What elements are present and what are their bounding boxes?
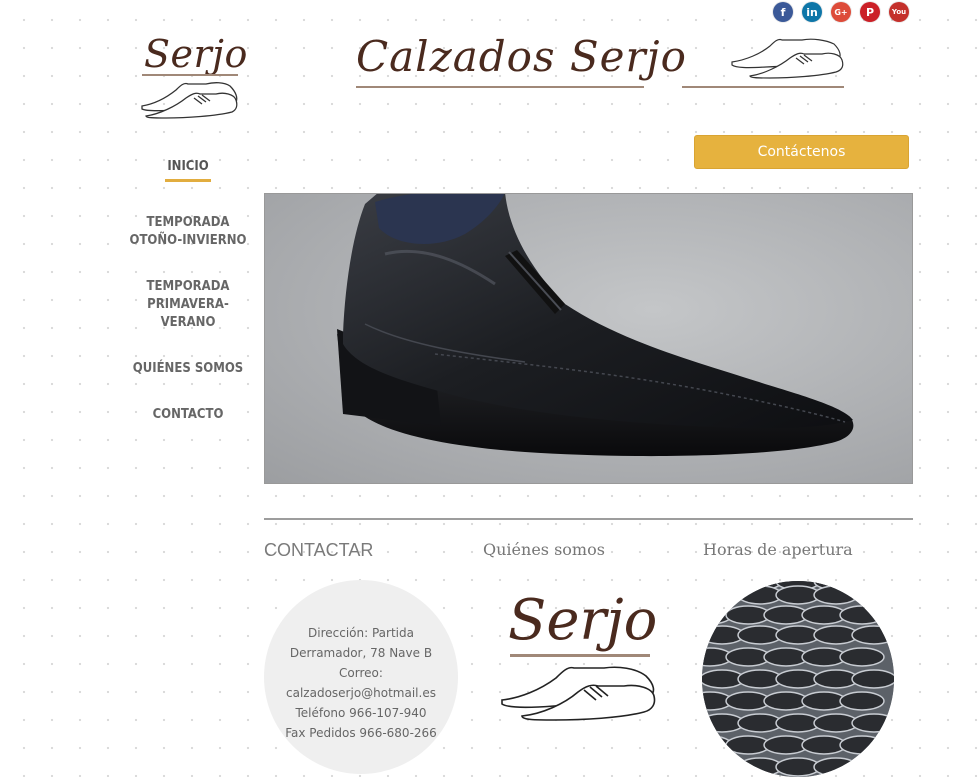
shoe-icon <box>501 666 656 721</box>
section-divider <box>264 518 913 520</box>
shoe-rows-photo <box>702 581 894 777</box>
email-link[interactable]: calzadoserjo@hotmail.es <box>276 683 446 703</box>
shoe-icon <box>731 38 844 79</box>
address-line: Dirección: Partida <box>308 626 414 640</box>
nav-label: QUIÉNES SOMOS <box>132 361 244 376</box>
nav-active-indicator <box>165 179 211 182</box>
nav-label: PRIMAVERA- <box>147 297 229 312</box>
google-plus-icon[interactable]: G+ <box>831 2 851 22</box>
youtube-icon[interactable]: You <box>889 2 909 22</box>
hero-shoe-image <box>264 193 913 484</box>
about-logo-text: Serjo <box>508 588 658 653</box>
nav-label: VERANO <box>160 315 216 330</box>
about-logo[interactable]: Serjo <box>498 588 658 728</box>
shoe-icon <box>141 82 238 119</box>
nav-item-inicio[interactable]: INICIO <box>118 158 258 182</box>
logo-large-text: Calzados Serjo <box>356 32 687 81</box>
nav-label: INICIO <box>167 159 209 174</box>
nav-label: CONTACTO <box>152 407 224 422</box>
nav-label: TEMPORADA <box>146 215 230 230</box>
main-nav: INICIO TEMPORADA OTOÑO-INVIERNO TEMPORAD… <box>118 158 258 424</box>
contact-info-text: Dirección: Partida Derramador, 78 Nave B… <box>276 623 446 743</box>
page: f in G+ P You Serjo Calzados Serjo INICI… <box>0 0 980 777</box>
hours-image <box>702 581 894 777</box>
facebook-icon[interactable]: f <box>773 2 793 22</box>
nav-item-otono-invierno[interactable]: TEMPORADA OTOÑO-INVIERNO <box>118 214 258 250</box>
linkedin-icon[interactable]: in <box>802 2 822 22</box>
email-label: Correo: <box>339 666 383 680</box>
social-bar: f in G+ P You <box>773 2 909 22</box>
pinterest-icon[interactable]: P <box>860 2 880 22</box>
about-section-title: Quiénes somos <box>483 540 605 559</box>
nav-item-quienes-somos[interactable]: QUIÉNES SOMOS <box>118 360 258 378</box>
hero-shoe-illustration <box>337 194 854 457</box>
nav-item-primavera-verano[interactable]: TEMPORADA PRIMAVERA- VERANO <box>118 278 258 332</box>
site-logo-large[interactable]: Calzados Serjo <box>352 32 852 94</box>
site-logo-small[interactable]: Serjo <box>136 30 247 122</box>
logo-small-text: Serjo <box>144 32 248 76</box>
logo-large-rule <box>356 86 644 88</box>
nav-label: OTOÑO-INVIERNO <box>129 233 247 248</box>
contact-button[interactable]: Contáctenos <box>694 135 909 169</box>
nav-label: TEMPORADA <box>146 279 230 294</box>
address-line: Derramador, 78 Nave B <box>289 646 433 660</box>
fax-number: Fax Pedidos 966-680-266 <box>285 726 437 740</box>
hours-section-title: Horas de apertura <box>703 540 853 559</box>
phone-number: Teléfono 966-107-940 <box>295 706 427 720</box>
contact-section-title: CONTACTAR <box>264 540 374 560</box>
logo-large-rule-2 <box>682 86 844 88</box>
nav-item-contacto[interactable]: CONTACTO <box>118 406 258 424</box>
